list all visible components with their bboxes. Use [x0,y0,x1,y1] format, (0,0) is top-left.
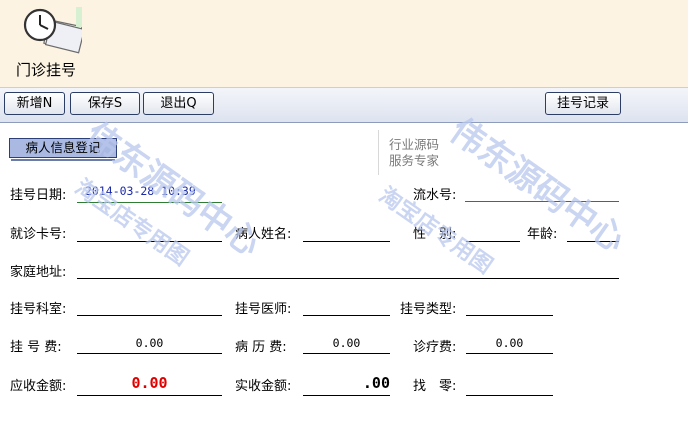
age-field[interactable] [567,222,619,242]
gender-label: 性 别: [413,227,457,242]
receivable-value: 0.00 [131,374,168,392]
received-value: .00 [362,374,390,392]
receivable-label: 应收金额: [10,379,67,394]
record-fee-value: 0.00 [332,336,361,350]
address-label: 家庭地址: [10,265,67,280]
serial-field[interactable] [465,182,619,202]
new-button[interactable]: 新增N [4,92,65,115]
address-field[interactable] [77,259,619,279]
card-number-field[interactable] [77,222,222,242]
patient-name-label: 病人姓名: [235,227,292,242]
gender-field[interactable] [466,222,520,242]
app-header: 门诊挂号 [0,0,688,88]
reg-fee-label: 挂 号 费: [10,340,62,355]
card-number-label: 就诊卡号: [10,227,67,242]
save-button[interactable]: 保存S [70,92,140,115]
received-label: 实收金额: [235,379,292,394]
side-note-line1: 行业源码 [389,137,440,152]
record-fee-label: 病 历 费: [235,340,287,355]
change-label: 找 零: [413,379,457,394]
age-label: 年龄: [527,227,558,242]
exit-button[interactable]: 退出Q [143,92,214,115]
change-field[interactable] [466,376,553,396]
side-note-line2: 服务专家 [389,153,440,168]
dept-field[interactable] [77,296,222,316]
dept-label: 挂号科室: [10,302,67,317]
app-title: 门诊挂号 [16,61,77,79]
toolbar: 新增N 保存S 退出Q 挂号记录 [0,88,688,123]
divider [378,130,379,175]
clock-calendar-icon [23,7,82,54]
side-note: 行业源码 服务专家 [389,137,439,169]
registration-records-button[interactable]: 挂号记录 [545,92,621,115]
patient-name-field[interactable] [303,222,390,242]
reg-date-label: 挂号日期: [10,188,67,203]
serial-label: 流水号: [413,188,457,203]
consult-fee-value: 0.00 [495,336,524,350]
reg-type-label: 挂号类型: [400,302,457,317]
reg-type-field[interactable] [466,296,553,316]
consult-fee-label: 诊疗费: [413,340,457,355]
reg-fee-value: 0.00 [135,336,164,350]
doctor-field[interactable] [303,296,390,316]
patient-info-tab[interactable]: 病人信息登记 [9,138,117,161]
doctor-label: 挂号医师: [235,302,292,317]
reg-date-value: 2014-03-28 10:39 [85,184,196,198]
